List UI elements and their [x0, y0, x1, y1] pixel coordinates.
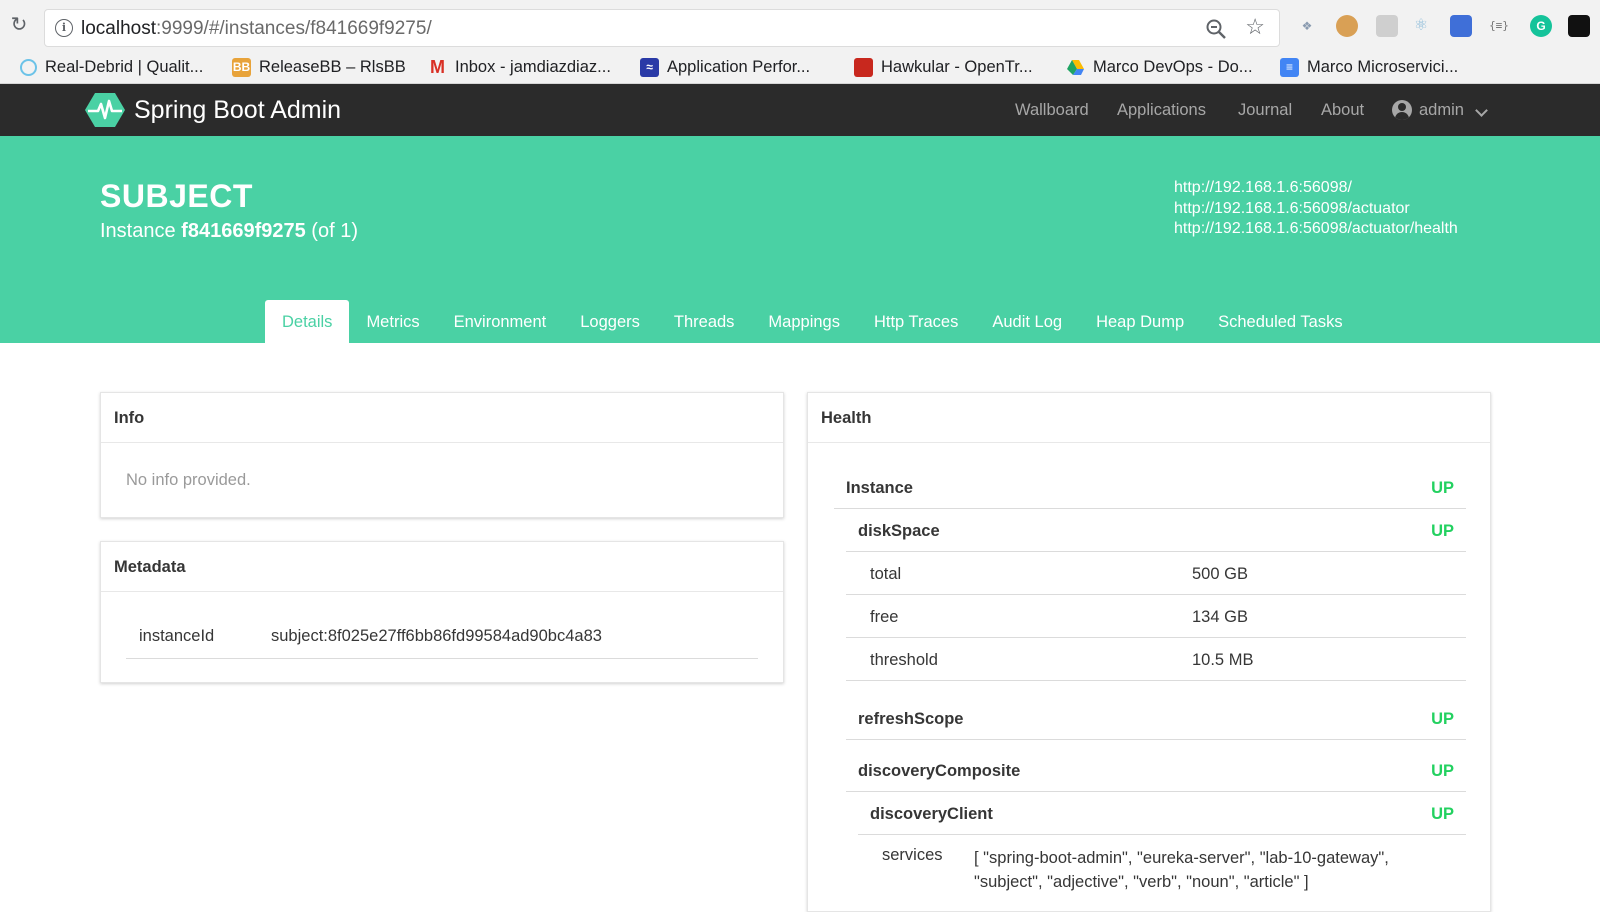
service-url-link[interactable]: http://192.168.1.6:56098/: [1174, 178, 1458, 199]
tab-mappings[interactable]: Mappings: [751, 300, 857, 343]
spring-boot-admin-logo-icon[interactable]: [84, 92, 126, 128]
table-row: instanceId subject:8f025e27ff6bb86fd9958…: [126, 617, 758, 659]
health-name: discoveryClient: [870, 805, 993, 823]
google-docs-icon: ≡: [1280, 57, 1299, 77]
tab-loggers[interactable]: Loggers: [563, 300, 657, 343]
metadata-card: Metadata instanceId subject:8f025e27ff6b…: [100, 541, 784, 683]
app-navbar: Spring Boot Admin Wallboard Applications…: [0, 84, 1600, 136]
detail-key: total: [870, 565, 902, 583]
health-row-discoveryclient: discoveryClient UP: [858, 793, 1466, 835]
detail-value: 500 GB: [1192, 565, 1248, 583]
status-badge: UP: [1431, 522, 1454, 540]
bookmark-item[interactable]: ≈ Application Perfor...: [640, 54, 810, 80]
tab-details[interactable]: Details: [265, 300, 350, 343]
detail-value: 134 GB: [1192, 608, 1248, 626]
nav-wallboard[interactable]: Wallboard: [1015, 101, 1089, 120]
gmail-icon: M: [430, 56, 445, 77]
bookmark-item[interactable]: Hawkular - OpenTr...: [854, 54, 1033, 80]
status-badge: UP: [1431, 805, 1454, 823]
color-extension-icon[interactable]: [1450, 15, 1472, 37]
user-menu[interactable]: admin: [1419, 101, 1464, 120]
instance-subtitle: Instance f841669f9275 (of 1): [100, 220, 358, 242]
services-value: [ "spring-boot-admin", "eureka-server", …: [974, 849, 1389, 891]
bookmark-item[interactable]: ≡ Marco Microservici...: [1280, 54, 1458, 80]
bookmark-item[interactable]: Real-Debrid | Qualit...: [20, 54, 203, 80]
detail-value: 10.5 MB: [1192, 651, 1254, 669]
tab-environment[interactable]: Environment: [437, 300, 564, 343]
health-name: Instance: [846, 479, 913, 497]
instance-tabs: Details Metrics Environment Loggers Thre…: [265, 300, 1360, 343]
metadata-value: subject:8f025e27ff6bb86fd99584ad90bc4a83: [271, 627, 602, 645]
dropbox-extension-icon[interactable]: ❖: [1296, 15, 1318, 37]
health-card-title: Health: [808, 393, 1490, 443]
bookmarks-bar: Real-Debrid | Qualit... BB ReleaseBB – Rl…: [0, 50, 1600, 84]
app-performance-icon: ≈: [640, 57, 659, 77]
health-name: refreshScope: [858, 710, 964, 728]
health-row-diskspace: diskSpace UP: [846, 510, 1466, 552]
info-card-title: Info: [101, 393, 783, 443]
react-extension-icon[interactable]: ⚛: [1410, 15, 1432, 37]
status-badge: UP: [1431, 479, 1454, 497]
detail-key: threshold: [870, 651, 938, 669]
metadata-card-title: Metadata: [101, 542, 783, 592]
health-name: discoveryComposite: [858, 762, 1021, 780]
detail-key: free: [870, 608, 899, 626]
health-url-link[interactable]: http://192.168.1.6:56098/actuator/health: [1174, 219, 1458, 240]
hawkular-icon: [854, 57, 873, 77]
tab-http-traces[interactable]: Http Traces: [857, 300, 975, 343]
info-card: Info No info provided.: [100, 392, 784, 518]
health-detail-row: free 134 GB: [846, 596, 1466, 638]
dark-extension-icon[interactable]: [1568, 15, 1590, 37]
management-url-link[interactable]: http://192.168.1.6:56098/actuator: [1174, 199, 1458, 220]
browser-toolbar: ↻ i localhost:9999/#/instances/f841669f9…: [0, 0, 1600, 50]
site-info-icon[interactable]: i: [55, 19, 73, 37]
brand-title[interactable]: Spring Boot Admin: [134, 96, 341, 125]
health-name: diskSpace: [858, 522, 940, 540]
shield-extension-icon[interactable]: [1376, 15, 1398, 37]
health-detail-row: total 500 GB: [846, 553, 1466, 595]
bookmark-item[interactable]: BB ReleaseBB – RlsBB: [232, 54, 406, 80]
bookmark-item[interactable]: M Inbox - jamdiazdiaz...: [428, 54, 611, 80]
nav-about[interactable]: About: [1321, 101, 1364, 120]
releasebb-icon: BB: [232, 57, 251, 77]
status-badge: UP: [1431, 710, 1454, 728]
tab-heap-dump[interactable]: Heap Dump: [1079, 300, 1201, 343]
info-empty-text: No info provided.: [126, 471, 251, 489]
metadata-key: instanceId: [139, 627, 215, 645]
real-debrid-icon: [20, 58, 37, 76]
tab-scheduled-tasks[interactable]: Scheduled Tasks: [1201, 300, 1359, 343]
services-key: services: [882, 846, 943, 864]
instance-urls: http://192.168.1.6:56098/ http://192.168…: [1174, 178, 1458, 240]
chevron-down-icon[interactable]: [1475, 104, 1488, 117]
health-row-refreshscope: refreshScope UP: [846, 698, 1466, 740]
google-drive-icon: [1066, 58, 1085, 77]
grammarly-extension-icon[interactable]: G: [1530, 15, 1552, 37]
bookmark-item[interactable]: Marco DevOps - Do...: [1066, 54, 1253, 80]
health-row-instance: Instance UP: [834, 467, 1466, 509]
json-extension-icon[interactable]: {≡}: [1488, 15, 1510, 37]
nav-journal[interactable]: Journal: [1238, 101, 1292, 120]
cookie-extension-icon[interactable]: [1336, 15, 1358, 37]
application-name: SUBJECT: [100, 178, 253, 214]
health-row-discoverycomposite: discoveryComposite UP: [846, 750, 1466, 792]
status-badge: UP: [1431, 762, 1454, 780]
bookmark-star-icon[interactable]: ☆: [1245, 16, 1265, 38]
reload-icon[interactable]: ↻: [8, 14, 30, 36]
tab-metrics[interactable]: Metrics: [349, 300, 436, 343]
health-detail-row: threshold 10.5 MB: [846, 639, 1466, 681]
user-avatar-icon[interactable]: [1392, 100, 1412, 120]
tab-threads[interactable]: Threads: [657, 300, 752, 343]
tab-audit-log[interactable]: Audit Log: [975, 300, 1079, 343]
instance-id: f841669f9275: [181, 220, 306, 242]
zoom-icon[interactable]: [1205, 18, 1227, 40]
instance-header: SUBJECT Instance f841669f9275 (of 1) htt…: [0, 136, 1600, 343]
url-text[interactable]: localhost:9999/#/instances/f841669f9275/: [81, 18, 432, 40]
nav-applications[interactable]: Applications: [1117, 101, 1206, 120]
address-bar[interactable]: i localhost:9999/#/instances/f841669f927…: [44, 9, 1280, 47]
